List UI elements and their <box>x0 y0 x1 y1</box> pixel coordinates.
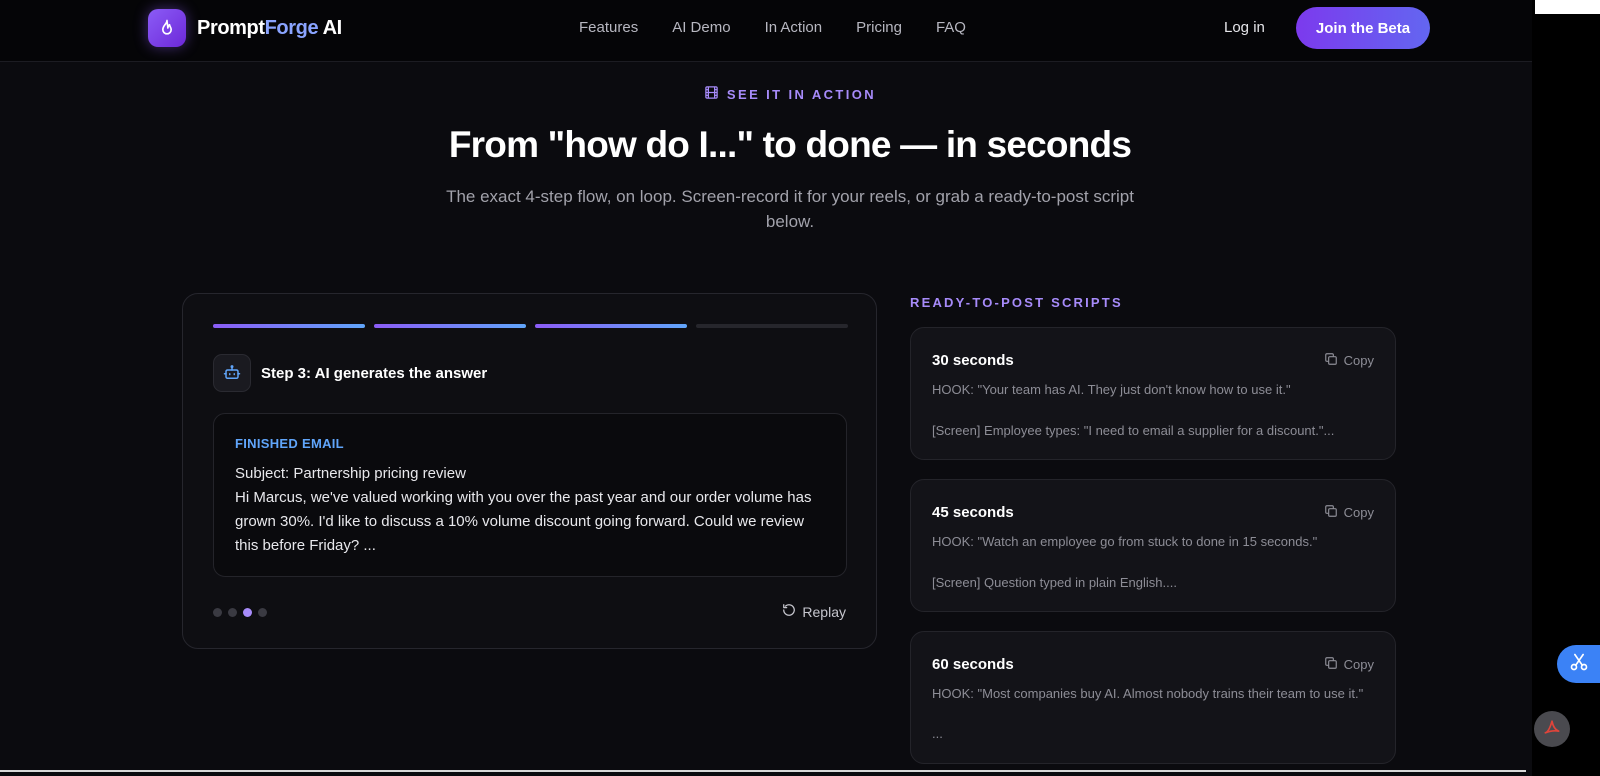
replay-label: Replay <box>802 603 846 620</box>
step-dot[interactable] <box>213 608 222 617</box>
robot-icon <box>213 354 251 392</box>
brand-name: PromptForge AI <box>197 16 342 39</box>
film-icon <box>704 85 719 103</box>
copy-icon <box>1324 504 1338 521</box>
nav-link-in-action[interactable]: In Action <box>765 19 823 36</box>
clip-tool-button[interactable] <box>1557 645 1600 683</box>
nav-link-ai-demo[interactable]: AI Demo <box>672 19 730 36</box>
script-card-60s: 60 seconds Copy HOOK: "Most companies bu… <box>910 631 1396 764</box>
copy-icon <box>1324 352 1338 369</box>
step-progress-bar <box>213 324 848 328</box>
script-duration: 30 seconds <box>932 352 1014 369</box>
script-hook: HOOK: "Your team has AI. They just don't… <box>932 382 1291 397</box>
copy-label: Copy <box>1343 353 1374 368</box>
section-subtitle: The exact 4-step flow, on loop. Screen-r… <box>446 187 1134 231</box>
scripts-heading: READY-TO-POST SCRIPTS <box>910 295 1123 310</box>
script-duration: 60 seconds <box>932 656 1014 673</box>
eyebrow-text: SEE IT IN ACTION <box>726 86 877 102</box>
script-screen-line: [Screen] Employee types: "I need to emai… <box>932 423 1335 438</box>
scissors-icon <box>1569 652 1589 677</box>
step-title: Step 3: AI generates the answer <box>261 364 488 382</box>
copy-button[interactable]: Copy <box>1324 656 1374 673</box>
replay-button[interactable]: Replay <box>782 603 846 620</box>
copy-icon <box>1324 656 1338 673</box>
script-card-30s: 30 seconds Copy HOOK: "Your team has AI.… <box>910 327 1396 460</box>
progress-segment <box>696 324 848 328</box>
side-panel-header <box>1535 0 1600 14</box>
script-duration: 45 seconds <box>932 504 1014 521</box>
email-body: Hi Marcus, we've valued working with you… <box>235 489 812 554</box>
copy-button[interactable]: Copy <box>1324 352 1374 369</box>
nav-link-faq[interactable]: FAQ <box>936 19 966 36</box>
join-beta-button[interactable]: Join the Beta <box>1296 7 1430 49</box>
step-dot[interactable] <box>243 608 252 617</box>
script-screen-line: [Screen] Question typed in plain English… <box>932 575 1177 590</box>
step-dots <box>213 608 267 617</box>
script-screen-line: ... <box>932 726 943 741</box>
top-nav: PromptForge AI Features AI Demo In Actio… <box>0 0 1532 62</box>
progress-segment <box>213 324 365 328</box>
script-card-45s: 45 seconds Copy HOOK: "Watch an employee… <box>910 479 1396 612</box>
login-link[interactable]: Log in <box>1224 19 1265 36</box>
pdf-tool-button[interactable] <box>1534 711 1570 747</box>
demo-player-card: Step 3: AI generates the answer FINISHED… <box>182 293 877 649</box>
copy-label: Copy <box>1343 657 1374 672</box>
email-label: FINISHED EMAIL <box>235 436 344 451</box>
nav-link-pricing[interactable]: Pricing <box>856 19 902 36</box>
current-step: Step 3: AI generates the answer <box>213 354 487 392</box>
brand-logo[interactable]: PromptForge AI <box>148 9 342 47</box>
finished-email-panel: FINISHED EMAIL Subject: Partnership pric… <box>213 413 847 577</box>
copy-label: Copy <box>1343 505 1374 520</box>
nav-link-features[interactable]: Features <box>579 19 638 36</box>
progress-segment <box>374 324 526 328</box>
window-bottom-edge <box>0 770 1526 772</box>
replay-icon <box>782 603 796 620</box>
progress-segment <box>535 324 687 328</box>
section-eyebrow: SEE IT IN ACTION <box>0 85 1580 103</box>
pdf-icon <box>1542 717 1562 742</box>
script-hook: HOOK: "Watch an employee go from stuck t… <box>932 534 1318 549</box>
script-hook: HOOK: "Most companies buy AI. Almost nob… <box>932 686 1364 701</box>
email-subject: Subject: Partnership pricing review <box>235 465 466 482</box>
nav-links: Features AI Demo In Action Pricing FAQ <box>579 19 966 36</box>
step-dot[interactable] <box>228 608 237 617</box>
flame-icon <box>148 9 186 47</box>
copy-button[interactable]: Copy <box>1324 504 1374 521</box>
section-title: From "how do I..." to done — in seconds <box>448 124 1132 165</box>
step-dot[interactable] <box>258 608 267 617</box>
